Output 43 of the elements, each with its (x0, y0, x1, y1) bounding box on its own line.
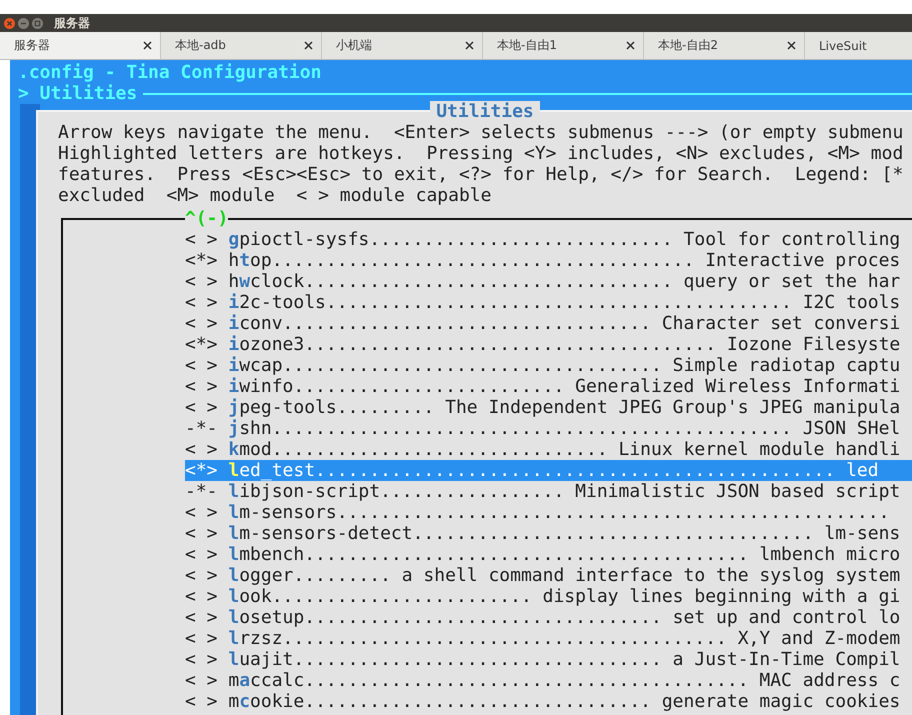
menu-item[interactable]: < > mcookie................................ generate magic cookies (185, 691, 912, 712)
tab[interactable]: 本地-adb (161, 32, 322, 59)
menu-item[interactable]: < > gpioctl-sysfs............................ Tool for controlling (185, 229, 912, 250)
scroll-indicator: ^(-) (185, 208, 228, 229)
menu-item[interactable]: < > maccalc......................................... MAC address c (185, 670, 912, 691)
close-icon[interactable] (304, 41, 313, 50)
close-icon[interactable] (143, 41, 152, 50)
minimize-icon[interactable] (18, 18, 29, 28)
help-text: Highlighted letters are hotkeys. Pressing <Y> includes, <N> excludes, <M> mod (58, 143, 904, 164)
menu-item[interactable]: < > lm-sensors................................................... (185, 502, 912, 523)
menu-item[interactable]: < > iconv.................................. Character set conversi (185, 313, 912, 334)
tab[interactable]: 小机端 (322, 32, 483, 59)
menu-item[interactable]: < > look........................ display lines beginning with a gi (185, 586, 912, 607)
close-icon[interactable] (465, 41, 474, 50)
menu-item[interactable]: < > iwinfo......................... Generalized Wireless Informati (185, 376, 912, 397)
menu-item[interactable]: < > hwclock.................................. query or set the har (185, 271, 912, 292)
tab[interactable]: LiveSuit (805, 32, 912, 59)
help-text: excluded <M> module < > module capable (58, 185, 492, 206)
help-text: Arrow keys navigate the menu. <Enter> selects submenus ---> (or empty submenu (58, 122, 904, 143)
help-text: features. Press <Esc><Esc> to exit, <?> for Help, </> for Search. Legend: [* (58, 164, 904, 185)
menu-item[interactable]: -*- j shn................................................ JSON SHel (185, 418, 912, 439)
menu-item[interactable]: < > losetup................................. set up and control lo (185, 607, 912, 628)
menu-item[interactable]: < > i2c-tools........................................... I2C tools (185, 292, 912, 313)
config-title: .config - Tina Configuration (18, 62, 322, 83)
menu-item[interactable]: < > lm-sensors-detect..................................... lm-sens (185, 523, 912, 544)
close-icon[interactable] (626, 41, 635, 50)
maximize-icon[interactable] (32, 18, 43, 28)
tab[interactable]: 本地-自由1 (483, 32, 644, 59)
window-title: 服务器 (54, 14, 90, 32)
menu-item[interactable]: < > luajit.................................. a Just-In-Time Compil (185, 649, 912, 670)
menu-item[interactable]: < > lmbench......................................... lmbench micro (185, 544, 912, 565)
menu-item[interactable]: -*- libjson-script................. Minimalistic JSON based script (185, 481, 912, 502)
close-icon[interactable] (787, 41, 796, 50)
menu-item[interactable]: < > kmod............................... Linux kernel module handli (185, 439, 912, 460)
menu-item[interactable]: <*> iozone3...................................... Iozone Filesyste (185, 334, 912, 355)
menu-item[interactable]: <*> htop....................................... Interactive proces (185, 250, 912, 271)
breadcrumb: > Utilities (18, 83, 138, 104)
menu-item[interactable]: < > logger......... a shell command interface to the syslog system (185, 565, 912, 586)
tab[interactable]: 服务器 (0, 32, 161, 59)
tab[interactable]: 本地-自由2 (644, 32, 805, 59)
menu-item[interactable]: < > j peg-tools......... The Independent JPEG Group's JPEG manipula (185, 397, 912, 418)
menu-item[interactable]: < > iwcap................................... Simple radiotap captu (185, 355, 912, 376)
menu-item[interactable]: < > l rzsz......................................... X,Y and Z-modem (185, 628, 912, 649)
